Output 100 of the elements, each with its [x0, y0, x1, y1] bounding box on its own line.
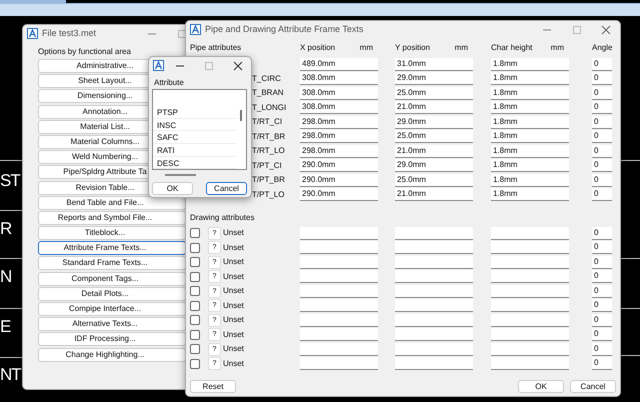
input-field[interactable] [491, 226, 569, 240]
dialog-button[interactable]: Cancel [570, 380, 616, 393]
input-field[interactable] [395, 284, 473, 298]
input-field[interactable] [491, 299, 569, 312]
option-button[interactable]: Titleblock... [38, 226, 186, 240]
input-field[interactable] [395, 314, 473, 327]
input-field[interactable]: 1.8mm [491, 101, 569, 114]
input-field[interactable]: 21.0mm [395, 188, 473, 202]
input-field[interactable]: 29.0mm [395, 159, 473, 172]
input-field[interactable]: 1.8mm [491, 72, 569, 86]
input-field[interactable] [395, 299, 473, 312]
input-field[interactable]: 0 [592, 342, 612, 356]
input-field[interactable]: 1.8mm [491, 144, 569, 158]
attribute-list[interactable]: PTSP INSC SAFC RATI DESC [152, 89, 247, 170]
input-field[interactable]: 0 [592, 226, 612, 240]
input-field[interactable]: 290.0mm [300, 159, 378, 172]
input-field[interactable]: 25.0mm [395, 130, 473, 144]
input-field[interactable]: 0 [592, 58, 612, 71]
input-field[interactable]: 21.0mm [395, 144, 473, 158]
scrollbar-thumb[interactable] [240, 110, 242, 121]
checkbox[interactable] [190, 228, 200, 238]
input-field[interactable]: 0 [592, 314, 612, 327]
input-field[interactable] [300, 241, 378, 254]
option-button[interactable]: Attribute Frame Texts... [38, 241, 186, 256]
input-field[interactable]: 308.0mm [300, 86, 378, 100]
input-field[interactable]: 1.8mm [491, 58, 569, 71]
input-field[interactable] [395, 226, 473, 240]
input-field[interactable] [395, 270, 473, 284]
input-field[interactable] [491, 357, 569, 370]
option-button[interactable]: Reports and Symbol File... [38, 210, 186, 225]
input-field[interactable]: 0 [592, 144, 612, 158]
input-field[interactable] [491, 314, 569, 327]
input-field[interactable]: 1.8mm [491, 86, 569, 100]
input-field[interactable]: 0 [592, 357, 612, 370]
list-item[interactable]: INSC [153, 118, 236, 132]
input-field[interactable]: 1.8mm [491, 116, 569, 129]
input-field[interactable] [395, 241, 473, 254]
input-field[interactable]: 308.0mm [300, 72, 378, 86]
checkbox[interactable] [190, 330, 200, 340]
input-field[interactable]: 489.0mm [300, 58, 378, 71]
input-field[interactable] [300, 256, 378, 269]
input-field[interactable] [300, 284, 378, 298]
list-item[interactable]: RATI [153, 144, 236, 157]
list-item[interactable]: SAFC [153, 131, 236, 144]
checkbox[interactable] [190, 358, 200, 369]
input-field[interactable] [491, 284, 569, 298]
input-field[interactable]: 0 [592, 284, 612, 298]
input-field[interactable]: 0 [592, 188, 612, 202]
input-field[interactable] [395, 342, 473, 356]
input-field[interactable] [491, 342, 569, 356]
checkbox[interactable] [190, 272, 200, 282]
input-field[interactable]: 298.0mm [300, 144, 378, 158]
input-field[interactable] [300, 299, 378, 312]
dialog-button[interactable]: Cancel [206, 182, 247, 195]
input-field[interactable]: 0 [592, 159, 612, 172]
input-field[interactable]: 31.0mm [395, 58, 473, 71]
close-icon[interactable] [601, 25, 611, 35]
input-field[interactable] [395, 357, 473, 370]
input-field[interactable]: 0 [592, 72, 612, 86]
option-button[interactable]: Bend Table and File... [38, 196, 186, 210]
input-field[interactable]: 0 [592, 270, 612, 284]
input-field[interactable]: 308.0mm [300, 101, 378, 114]
input-field[interactable]: 0 [592, 299, 612, 312]
input-field[interactable]: 1.8mm [491, 174, 569, 187]
option-button[interactable]: IDF Processing... [38, 332, 186, 346]
input-field[interactable] [491, 241, 569, 254]
input-field[interactable] [300, 342, 378, 356]
option-button[interactable]: Alternative Texts... [38, 317, 186, 332]
input-field[interactable]: 21.0mm [395, 101, 473, 114]
maximize-icon[interactable] [177, 29, 187, 39]
list-item[interactable]: DESC [153, 156, 236, 170]
input-field[interactable] [491, 270, 569, 284]
input-field[interactable]: 0 [592, 256, 612, 269]
input-field[interactable]: 25.0mm [395, 86, 473, 100]
input-field[interactable] [491, 328, 569, 342]
input-field[interactable]: 0 [592, 86, 612, 100]
input-field[interactable] [491, 256, 569, 269]
input-field[interactable]: 298.0mm [300, 116, 378, 129]
input-field[interactable]: 290.0mm [300, 174, 378, 187]
option-button[interactable]: Component Tags... [38, 272, 186, 286]
input-field[interactable]: 0 [592, 241, 612, 254]
option-button[interactable]: Detail Plots... [38, 286, 186, 301]
scrollbar-thumb[interactable] [165, 174, 196, 176]
input-field[interactable]: 1.8mm [491, 130, 569, 144]
input-field[interactable]: 0 [592, 328, 612, 342]
input-field[interactable] [300, 314, 378, 327]
input-field[interactable]: 0 [592, 116, 612, 129]
input-field[interactable] [395, 328, 473, 342]
checkbox[interactable] [190, 315, 200, 326]
dialog-button[interactable]: OK [518, 380, 564, 393]
input-field[interactable]: 0 [592, 174, 612, 187]
checkbox[interactable] [190, 344, 200, 354]
dialog-button[interactable]: OK [152, 182, 193, 195]
option-button[interactable]: Standard Frame Texts... [38, 256, 186, 270]
option-button[interactable]: Compipe Interface... [38, 302, 186, 316]
input-field[interactable]: 29.0mm [395, 72, 473, 86]
checkbox[interactable] [190, 242, 200, 253]
checkbox[interactable] [190, 300, 200, 311]
input-field[interactable] [395, 256, 473, 269]
input-field[interactable] [300, 226, 378, 240]
